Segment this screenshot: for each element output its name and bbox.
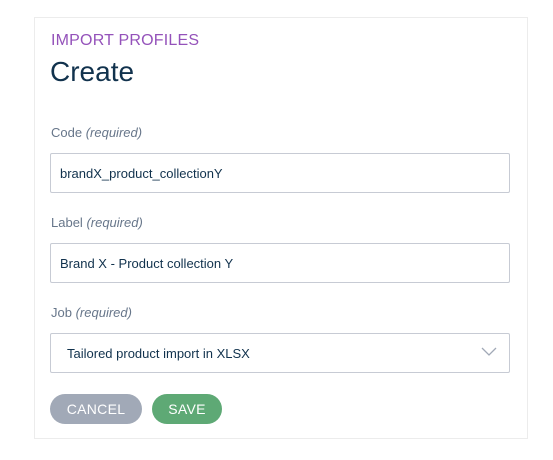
job-field-label: Job (required) (51, 305, 132, 320)
code-label-text: Code (51, 125, 83, 140)
chevron-down-icon (481, 347, 497, 356)
job-select[interactable]: Tailored product import in XLSX (50, 333, 510, 373)
code-field-label: Code (required) (51, 125, 142, 140)
page-title: Create (50, 56, 135, 87)
job-label-text: Job (51, 305, 72, 320)
code-required-note: (required) (85, 125, 143, 140)
job-required-note: (required) (75, 305, 132, 320)
label-field-label: Label (required) (51, 215, 143, 230)
cancel-button[interactable]: CANCEL (50, 394, 142, 424)
label-required-note: (required) (86, 215, 143, 230)
label-label-text: Label (51, 215, 83, 230)
code-input[interactable] (50, 153, 510, 193)
job-select-value: Tailored product import in XLSX (67, 346, 250, 361)
create-import-profile-modal: IMPORT PROFILES Create Code (required) L… (34, 17, 528, 439)
save-button[interactable]: SAVE (152, 394, 222, 424)
breadcrumb: IMPORT PROFILES (51, 32, 200, 49)
label-input[interactable] (50, 243, 510, 283)
